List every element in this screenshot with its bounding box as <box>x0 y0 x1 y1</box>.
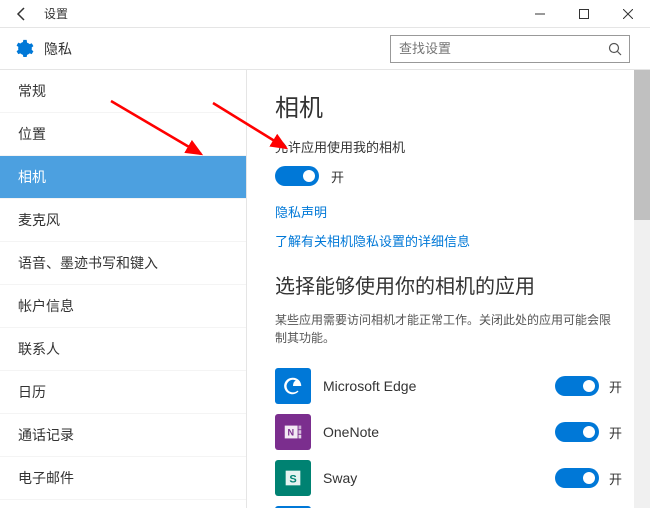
sidebar-item[interactable]: 通话记录 <box>0 414 246 457</box>
app-toggle-wrap: 开 <box>555 468 622 488</box>
sidebar-item[interactable]: 联系人 <box>0 328 246 371</box>
app-toggle[interactable] <box>555 376 599 396</box>
camera-toggle-row: 开 <box>275 166 622 186</box>
learn-more-link[interactable]: 了解有关相机隐私设置的详细信息 <box>275 231 622 250</box>
app-row: 地图 开 <box>275 501 622 508</box>
main-area: 常规位置相机麦克风语音、墨迹书写和键入帐户信息联系人日历通话记录电子邮件消息传送… <box>0 70 650 508</box>
app-row: N OneNote 开 <box>275 409 622 455</box>
camera-toggle-state: 开 <box>331 167 344 186</box>
allow-camera-label: 允许应用使用我的相机 <box>275 137 622 156</box>
search-button[interactable] <box>605 39 625 59</box>
sidebar-item[interactable]: 日历 <box>0 371 246 414</box>
minimize-icon <box>535 9 545 19</box>
sidebar-item[interactable]: 位置 <box>0 113 246 156</box>
apps-section-desc: 某些应用需要访问相机才能正常工作。关闭此处的应用可能会限制其功能。 <box>275 311 622 347</box>
app-row: S Sway 开 <box>275 455 622 501</box>
window-title: 设置 <box>44 5 68 22</box>
content-scrollbar[interactable] <box>634 70 650 508</box>
privacy-statement-link[interactable]: 隐私声明 <box>275 202 622 221</box>
back-arrow-icon <box>15 7 29 21</box>
maximize-icon <box>579 9 589 19</box>
app-name: Microsoft Edge <box>323 378 543 394</box>
sidebar-item[interactable]: 帐户信息 <box>0 285 246 328</box>
sway-icon: S <box>275 460 311 496</box>
sidebar-item[interactable]: 相机 <box>0 156 246 199</box>
app-name: Sway <box>323 470 543 486</box>
page-title: 相机 <box>275 88 622 123</box>
sidebar-item[interactable]: 语音、墨迹书写和键入 <box>0 242 246 285</box>
onenote-icon: N <box>275 414 311 450</box>
camera-toggle[interactable] <box>275 166 319 186</box>
sidebar-item[interactable]: 电子邮件 <box>0 457 246 500</box>
svg-text:S: S <box>289 474 296 486</box>
header-title: 隐私 <box>44 39 72 59</box>
app-name: OneNote <box>323 424 543 440</box>
app-row: Microsoft Edge 开 <box>275 363 622 409</box>
apps-list: Microsoft Edge 开 N OneNote 开 S Sway 开 地图… <box>275 363 622 508</box>
svg-text:N: N <box>288 428 295 438</box>
app-toggle-state: 开 <box>609 423 622 442</box>
app-toggle-state: 开 <box>609 377 622 396</box>
sidebar-item[interactable]: 常规 <box>0 70 246 113</box>
window-titlebar: 设置 <box>0 0 650 28</box>
app-toggle-wrap: 开 <box>555 422 622 442</box>
minimize-button[interactable] <box>518 0 562 28</box>
app-toggle[interactable] <box>555 468 599 488</box>
window-controls <box>518 0 650 28</box>
scrollbar-thumb[interactable] <box>634 70 650 220</box>
app-toggle-state: 开 <box>609 469 622 488</box>
sidebar: 常规位置相机麦克风语音、墨迹书写和键入帐户信息联系人日历通话记录电子邮件消息传送… <box>0 70 247 508</box>
search-box[interactable] <box>390 35 630 63</box>
close-button[interactable] <box>606 0 650 28</box>
content-panel: 相机 允许应用使用我的相机 开 隐私声明 了解有关相机隐私设置的详细信息 选择能… <box>247 70 650 508</box>
maximize-button[interactable] <box>562 0 606 28</box>
sidebar-item[interactable]: 消息传送 <box>0 500 246 508</box>
sidebar-item[interactable]: 麦克风 <box>0 199 246 242</box>
page-header: 隐私 <box>0 28 650 70</box>
gear-icon <box>14 39 34 59</box>
search-icon <box>608 42 622 56</box>
close-icon <box>623 9 633 19</box>
search-input[interactable] <box>391 36 629 62</box>
back-button[interactable] <box>12 4 32 24</box>
app-toggle[interactable] <box>555 422 599 442</box>
apps-section-title: 选择能够使用你的相机的应用 <box>275 270 622 299</box>
edge-icon <box>275 368 311 404</box>
app-toggle-wrap: 开 <box>555 376 622 396</box>
